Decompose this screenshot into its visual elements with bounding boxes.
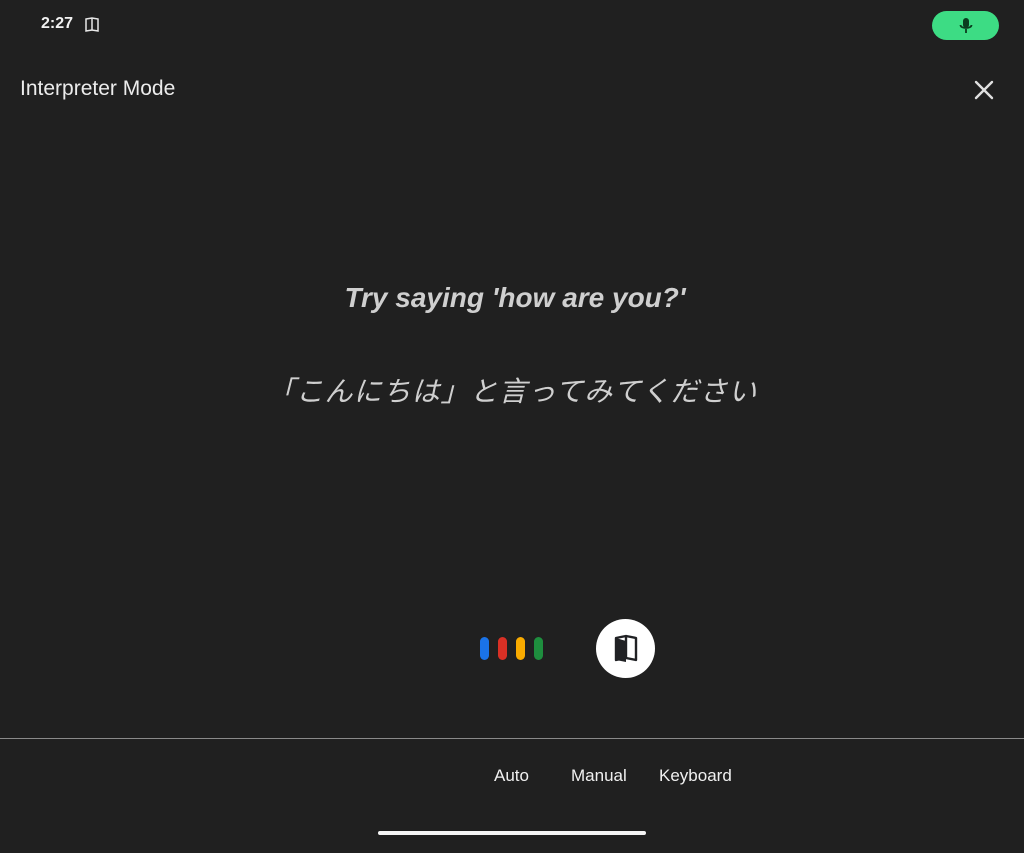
home-indicator[interactable]	[378, 831, 646, 835]
status-bar: 2:27	[0, 0, 1024, 50]
mode-tabs: Auto Manual Keyboard	[0, 766, 1024, 790]
tab-manual[interactable]: Manual	[571, 766, 627, 786]
tab-keyboard[interactable]: Keyboard	[659, 766, 732, 786]
page-title: Interpreter Mode	[20, 77, 176, 100]
microphone-indicator[interactable]	[932, 11, 999, 40]
book-open-icon	[85, 17, 99, 32]
assistant-dot-red	[498, 637, 507, 660]
assistant-dot-yellow	[516, 637, 525, 660]
book-open-icon	[614, 634, 637, 662]
assistant-dot-green	[534, 637, 543, 660]
assistant-dot-blue	[480, 637, 489, 660]
conversation-view-button[interactable]	[596, 619, 655, 678]
close-icon[interactable]	[970, 76, 998, 104]
microphone-icon	[959, 17, 972, 33]
tab-auto[interactable]: Auto	[494, 766, 529, 786]
divider	[0, 738, 1024, 739]
assistant-listening-dots	[480, 637, 546, 661]
status-time: 2:27	[41, 15, 74, 32]
prompt-english: Try saying 'how are you?'	[344, 282, 686, 313]
prompt-japanese: 「こんにちは」と言ってみてください	[266, 376, 758, 407]
